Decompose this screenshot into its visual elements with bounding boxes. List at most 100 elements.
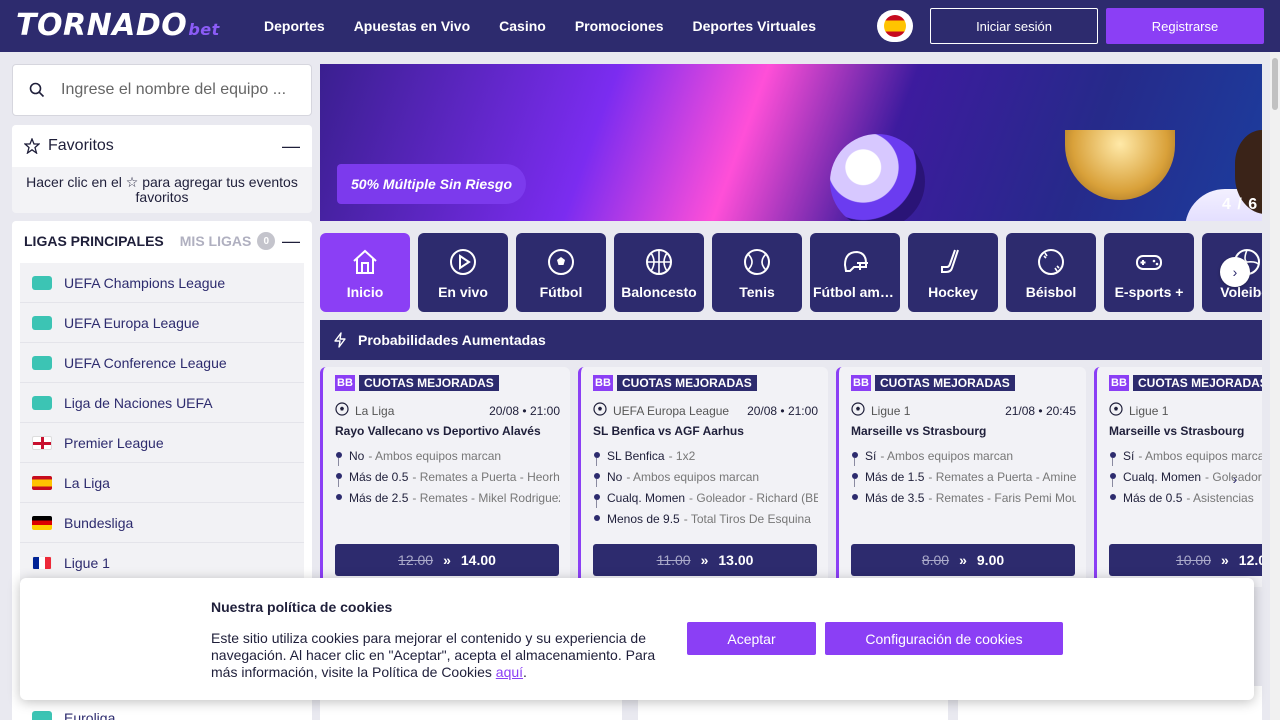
league-item[interactable]: UEFA Champions League <box>20 263 304 303</box>
promo-label[interactable]: 50% Múltiple Sin Riesgo <box>337 164 527 204</box>
boosted-odds-button[interactable]: 10.00 » 12.0 <box>1109 544 1262 576</box>
selection-market: - Remates - Mikel Rodriguez <box>412 490 560 505</box>
selection-pick: Cualq. Momen <box>1123 469 1202 484</box>
league-label: La Liga <box>64 474 110 491</box>
cookie-text: Este sitio utiliza cookies para mejorar … <box>211 630 661 681</box>
new-odds: 12.0 <box>1238 552 1262 568</box>
cuotas-mejoradas-badge: CUOTAS MEJORADAS <box>359 375 499 391</box>
trophy-illustration <box>1065 130 1175 200</box>
sport-tab[interactable]: Tenis <box>712 233 802 312</box>
cookie-settings-button[interactable]: Configuración de cookies <box>825 622 1063 655</box>
globe-icon <box>32 711 52 720</box>
league-item[interactable]: Premier League <box>20 423 304 463</box>
selection-pick: Más de 0.5 <box>1123 490 1183 505</box>
league-item[interactable]: UEFA Conference League <box>20 343 304 383</box>
sport-tab[interactable]: Béisbol <box>1006 233 1096 312</box>
league-list: UEFA Champions League UEFA Europa League U… <box>20 263 304 583</box>
double-chevron-right-icon: » <box>959 552 967 568</box>
sport-label: Béisbol <box>1025 283 1077 300</box>
collapse-icon[interactable]: — <box>282 231 300 252</box>
login-button[interactable]: Iniciar sesión <box>930 8 1098 44</box>
register-button[interactable]: Registrarse <box>1106 8 1264 44</box>
sport-tab[interactable]: Hockey <box>908 233 998 312</box>
bb-badge: BB <box>335 375 355 391</box>
selection-market: - Asistencias <box>1186 490 1254 505</box>
league-item-euroliga[interactable]: Euroliga <box>32 710 115 720</box>
sport-tab[interactable]: Baloncesto <box>614 233 704 312</box>
nav-promociones[interactable]: Promociones <box>575 18 664 34</box>
sport-label: Tenis <box>739 283 775 300</box>
site-logo[interactable]: TORNADObet <box>16 8 220 43</box>
language-selector[interactable] <box>877 10 913 42</box>
boosted-card[interactable]: BB CUOTAS MEJORADAS Ligue 1 21/08 • 20:45 Ma… <box>836 367 1086 587</box>
league-item[interactable]: Liga de Naciones UEFA <box>20 383 304 423</box>
boosted-card[interactable]: BB CUOTAS MEJORADAS La Liga 20/08 • 21:00 Ra… <box>320 367 570 587</box>
spain-flag-icon <box>884 15 906 37</box>
basketball-icon <box>643 246 675 278</box>
sport-tab[interactable]: Fútbol americano <box>810 233 900 312</box>
collapse-icon[interactable]: — <box>282 136 300 157</box>
selection-row: No - Ambos equipos marcan <box>593 466 818 487</box>
selection-market: - Remates a Puerta - Heorhiy Tsitaishvil… <box>412 469 560 484</box>
league-item[interactable]: UEFA Europa League <box>20 303 304 343</box>
selection-row: Más de 2.5- Remates - Mikel Rodriguez <box>335 487 560 508</box>
nav-deportes[interactable]: Deportes <box>264 18 325 34</box>
scrollbar-thumb[interactable] <box>1272 58 1278 110</box>
league-item[interactable]: Bundesliga <box>20 503 304 543</box>
boosted-odds-button[interactable]: 8.00 » 9.00 <box>851 544 1075 576</box>
mis-ligas-count-badge: 0 <box>257 232 276 250</box>
league-label: Bundesliga <box>64 514 134 531</box>
selection-market: - Ambos equipos marcan <box>880 448 1014 463</box>
card-selections: Sí - Ambos equipos marcan Más de 1.5- Rema… <box>851 445 1076 508</box>
boosted-odds-button[interactable]: 12.00 » 14.00 <box>335 544 559 576</box>
card-datetime: 20/08 • 21:00 <box>747 403 818 418</box>
leagues-header: LIGAS PRINCIPALES MIS LIGAS 0 — <box>12 221 312 261</box>
baseball-icon <box>1035 246 1067 278</box>
tab-ligas-principales[interactable]: LIGAS PRINCIPALES <box>24 233 164 249</box>
league-item[interactable]: Ligue 1 <box>20 543 304 583</box>
league-item[interactable]: La Liga <box>20 463 304 503</box>
selection-pick: No <box>607 469 623 484</box>
selection-row: No - Ambos equipos marcan <box>335 445 560 466</box>
selection-market: - Remates - Faris Pemi Moumbagna <box>928 490 1076 505</box>
nav-casino[interactable]: Casino <box>499 18 546 34</box>
selection-pick: Cualq. Momen <box>607 490 686 505</box>
card-tags: BB CUOTAS MEJORADAS <box>593 375 757 391</box>
bb-badge: BB <box>851 375 871 391</box>
soccer-ball-illustration <box>830 134 925 221</box>
sport-tab[interactable]: Inicio <box>320 233 410 312</box>
favorites-header[interactable]: Favoritos — <box>12 125 312 167</box>
accept-cookies-button[interactable]: Aceptar <box>687 622 816 655</box>
search-input[interactable] <box>61 81 291 99</box>
card-teams: Marseille vs Strasbourg <box>1109 424 1245 438</box>
nav-apuestas-en-vivo[interactable]: Apuestas en Vivo <box>354 18 470 34</box>
sports-carousel: Inicio En vivo Fútbol Baloncesto Tenis Fútbol… <box>320 233 1262 312</box>
double-chevron-right-icon: » <box>1221 552 1229 568</box>
boosted-cards: BB CUOTAS MEJORADAS La Liga 20/08 • 21:00 Ra… <box>320 367 1262 587</box>
double-chevron-right-icon: » <box>700 552 709 568</box>
selection-pick: SL Benfica <box>607 448 665 463</box>
sport-tab[interactable]: E-sports + <box>1104 233 1194 312</box>
nav-deportes-virtuales[interactable]: Deportes Virtuales <box>693 18 816 34</box>
sport-label: Baloncesto <box>621 283 697 300</box>
play-icon <box>447 246 479 278</box>
sport-tab[interactable]: Fútbol <box>516 233 606 312</box>
card-selections: No - Ambos equipos marcan Más de 0.5- Rema… <box>335 445 560 508</box>
boosted-card[interactable]: BB CUOTAS MEJORADAS UEFA Europa League 20/0… <box>578 367 828 587</box>
boosted-odds-button[interactable]: 11.00 » 13.00 <box>593 544 817 576</box>
search-icon <box>29 82 45 98</box>
sports-next-arrow-icon[interactable]: › <box>1220 257 1250 287</box>
cards-next-arrow-icon[interactable]: › <box>1222 466 1248 492</box>
selection-row: Menos de 9.5- Total Tiros De Esquina <box>593 508 818 529</box>
england-flag-icon <box>32 435 52 450</box>
favorites-title: Favoritos <box>48 137 114 154</box>
tab-mis-ligas[interactable]: MIS LIGAS <box>180 233 252 249</box>
selection-row: Cualq. Momen- Goleador - Richard (BEN) <box>593 487 818 508</box>
cuotas-mejoradas-badge: CUOTAS MEJORADAS <box>617 375 757 391</box>
sport-tab[interactable]: En vivo <box>418 233 508 312</box>
lightning-icon <box>334 332 346 348</box>
page-scrollbar[interactable] <box>1270 52 1280 720</box>
selection-row: Más de 1.5- Remates a Puerta - Amine Gou… <box>851 466 1076 487</box>
team-search <box>12 64 312 116</box>
cookie-policy-link[interactable]: aquí <box>496 664 523 680</box>
